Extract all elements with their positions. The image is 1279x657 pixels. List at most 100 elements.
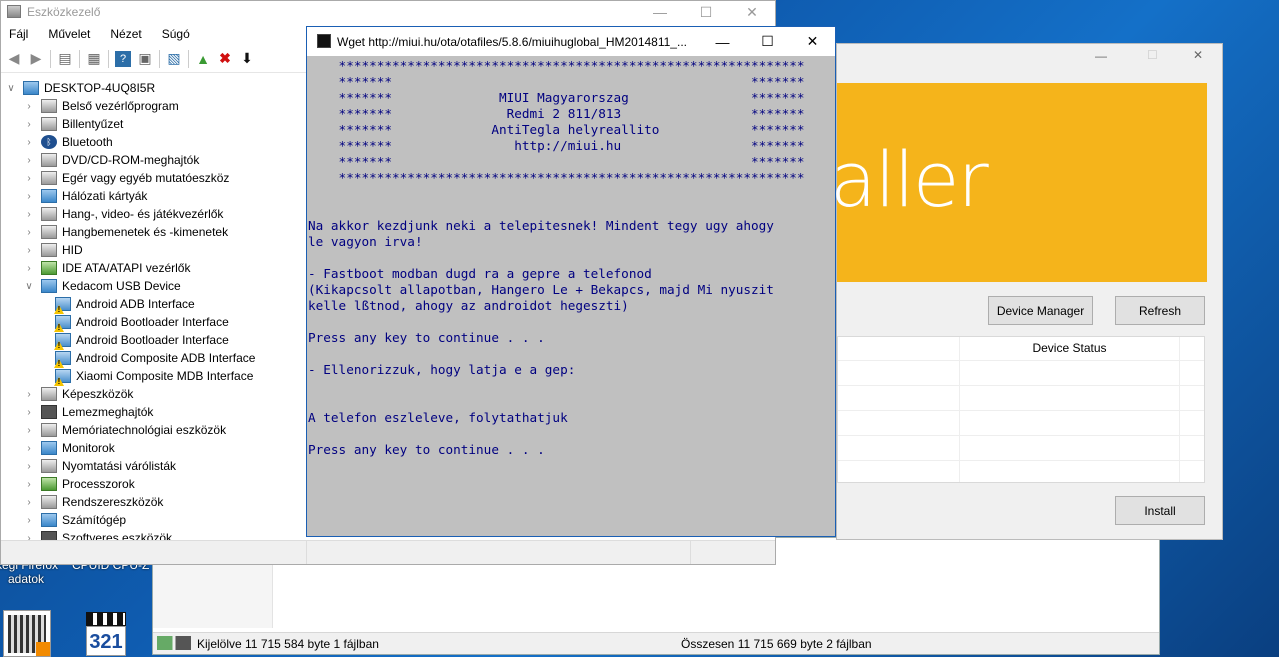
collapse-icon[interactable]: ∨ — [5, 83, 17, 94]
console-output: ****************************************… — [308, 58, 805, 457]
table-row[interactable] — [838, 360, 1204, 385]
tree-category-item[interactable]: › Hang-, video- és játékvezérlők — [1, 205, 307, 223]
tree-category-item[interactable]: › Számítógép — [1, 511, 307, 529]
console-window[interactable]: Wget http://miui.hu/ota/otafiles/5.8.6/m… — [306, 26, 836, 537]
table-row[interactable] — [838, 410, 1204, 435]
expand-icon[interactable]: › — [23, 173, 35, 184]
device-category-icon — [41, 495, 57, 509]
devmgr-titlebar[interactable]: Eszközkezelő — ☐ ✕ — [1, 1, 775, 23]
devmgr-title: Eszközkezelő — [27, 5, 101, 19]
status-bar: Kijelölve 11 715 584 byte 1 fájlban Össz… — [153, 632, 1159, 654]
tree-category-item[interactable]: › Memóriatechnológiai eszközök — [1, 421, 307, 439]
maximize-button[interactable]: ☐ — [683, 1, 729, 23]
tree-item-label: HID — [62, 243, 83, 257]
console-maximize-button[interactable]: ☐ — [745, 27, 790, 56]
expand-icon[interactable]: › — [23, 425, 35, 436]
monitor-icon[interactable]: ▧ — [163, 48, 185, 70]
tree-child-item[interactable]: Android ADB Interface — [1, 295, 307, 313]
table-row[interactable] — [838, 435, 1204, 460]
expand-icon[interactable]: › — [23, 497, 35, 508]
expand-icon[interactable]: › — [23, 227, 35, 238]
tree-category-item[interactable]: › Monitorok — [1, 439, 307, 457]
tree-category-item[interactable]: › Billentyűzet — [1, 115, 307, 133]
badge-icon — [36, 642, 50, 656]
expand-icon[interactable]: › — [23, 155, 35, 166]
collapse-icon[interactable]: ∨ — [23, 281, 35, 292]
properties-icon[interactable]: ▤ — [54, 48, 76, 70]
tree-category-item[interactable]: › Hangbemenetek és -kimenetek — [1, 223, 307, 241]
uninstall-icon[interactable]: ✖ — [214, 48, 236, 70]
tree-item-label: Android Composite ADB Interface — [76, 351, 256, 365]
expand-icon[interactable]: › — [23, 515, 35, 526]
console-title: Wget http://miui.hu/ota/otafiles/5.8.6/m… — [337, 34, 687, 49]
tree-child-item[interactable]: Xiaomi Composite MDB Interface — [1, 367, 307, 385]
list-icon[interactable]: ▦ — [83, 48, 105, 70]
details-icon[interactable]: ▣ — [134, 48, 156, 70]
table-row[interactable] — [838, 385, 1204, 410]
tree-category-item[interactable]: › IDE ATA/ATAPI vezérlők — [1, 259, 307, 277]
column-device-status[interactable]: Device Status — [960, 337, 1179, 359]
tree-root[interactable]: ∨ DESKTOP-4UQ8I5R — [1, 79, 307, 97]
tree-category-item[interactable]: › Egér vagy egyéb mutatóeszköz — [1, 169, 307, 187]
minimize-button[interactable]: — — [637, 1, 683, 23]
tree-category-item[interactable]: › Nyomtatási várólisták — [1, 457, 307, 475]
console-close-button[interactable]: ✕ — [790, 27, 835, 56]
console-minimize-button[interactable]: — — [700, 27, 745, 56]
expand-icon[interactable]: › — [23, 209, 35, 220]
expand-icon[interactable]: › — [23, 263, 35, 274]
tree-category-item[interactable]: › Rendszereszközök — [1, 493, 307, 511]
expand-icon[interactable]: › — [23, 479, 35, 490]
tree-item-label: Kedacom USB Device — [62, 279, 181, 293]
tree-root-label: DESKTOP-4UQ8I5R — [44, 81, 156, 95]
desktop-app-icon[interactable] — [3, 610, 51, 657]
expand-icon[interactable]: › — [23, 443, 35, 454]
tree-item-label: Rendszereszközök — [62, 495, 164, 509]
expand-icon[interactable]: › — [23, 389, 35, 400]
menu-view[interactable]: Nézet — [110, 27, 141, 41]
expand-icon[interactable]: › — [23, 191, 35, 202]
expand-icon[interactable]: › — [23, 245, 35, 256]
installer-minimize-button[interactable]: — — [1095, 49, 1107, 63]
close-button[interactable]: ✕ — [729, 1, 775, 23]
console-titlebar[interactable]: Wget http://miui.hu/ota/otafiles/5.8.6/m… — [307, 27, 835, 56]
back-icon[interactable]: ◀ — [3, 48, 25, 70]
tree-item-label: Processzorok — [62, 477, 135, 491]
mediaplayer-icon[interactable]: 321 — [82, 610, 130, 657]
tree-item-label: Xiaomi Composite MDB Interface — [76, 369, 254, 383]
tree-category-item[interactable]: › Belső vezérlőprogram — [1, 97, 307, 115]
help-icon[interactable]: ? — [115, 50, 131, 67]
expand-icon[interactable]: › — [23, 407, 35, 418]
device-category-icon — [41, 243, 57, 257]
expand-icon[interactable]: › — [23, 461, 35, 472]
tree-child-item[interactable]: Android Bootloader Interface — [1, 313, 307, 331]
tree-category-item[interactable]: › DVD/CD-ROM-meghajtók — [1, 151, 307, 169]
device-manager-button[interactable]: Device Manager — [988, 296, 1093, 325]
tree-category-item[interactable]: › ᛒ Bluetooth — [1, 133, 307, 151]
scan-hardware-icon[interactable]: ⬇ — [236, 48, 258, 70]
expand-icon[interactable]: › — [23, 119, 35, 130]
expand-icon[interactable]: › — [23, 137, 35, 148]
refresh-button[interactable]: Refresh — [1115, 296, 1205, 325]
installer-maximize-button[interactable]: ☐ — [1147, 48, 1158, 62]
tree-category-item[interactable]: ∨ Kedacom USB Device — [1, 277, 307, 295]
tree-item-label: Hang-, video- és játékvezérlők — [62, 207, 224, 221]
forward-icon[interactable]: ▶ — [25, 48, 47, 70]
menu-help[interactable]: Súgó — [162, 27, 190, 41]
table-row[interactable] — [838, 460, 1204, 485]
tree-item-label: Bluetooth — [62, 135, 113, 149]
tree-category-item[interactable]: › Hálózati kártyák — [1, 187, 307, 205]
menu-file[interactable]: Fájl — [9, 27, 28, 41]
tree-child-item[interactable]: Android Composite ADB Interface — [1, 349, 307, 367]
device-list-grid[interactable]: Device Status — [837, 336, 1205, 483]
installer-close-button[interactable]: ✕ — [1193, 48, 1203, 62]
expand-icon[interactable]: › — [23, 101, 35, 112]
tree-category-item[interactable]: › Lemezmeghajtók — [1, 403, 307, 421]
menu-action[interactable]: Művelet — [48, 27, 90, 41]
tree-category-item[interactable]: › Képeszközök — [1, 385, 307, 403]
tree-category-item[interactable]: › Processzorok — [1, 475, 307, 493]
tree-category-item[interactable]: › HID — [1, 241, 307, 259]
installer-titlebar[interactable]: — ☐ ✕ — [837, 44, 1222, 70]
tree-child-item[interactable]: Android Bootloader Interface — [1, 331, 307, 349]
install-button[interactable]: Install — [1115, 496, 1205, 525]
update-driver-icon[interactable]: ▲ — [192, 48, 214, 70]
